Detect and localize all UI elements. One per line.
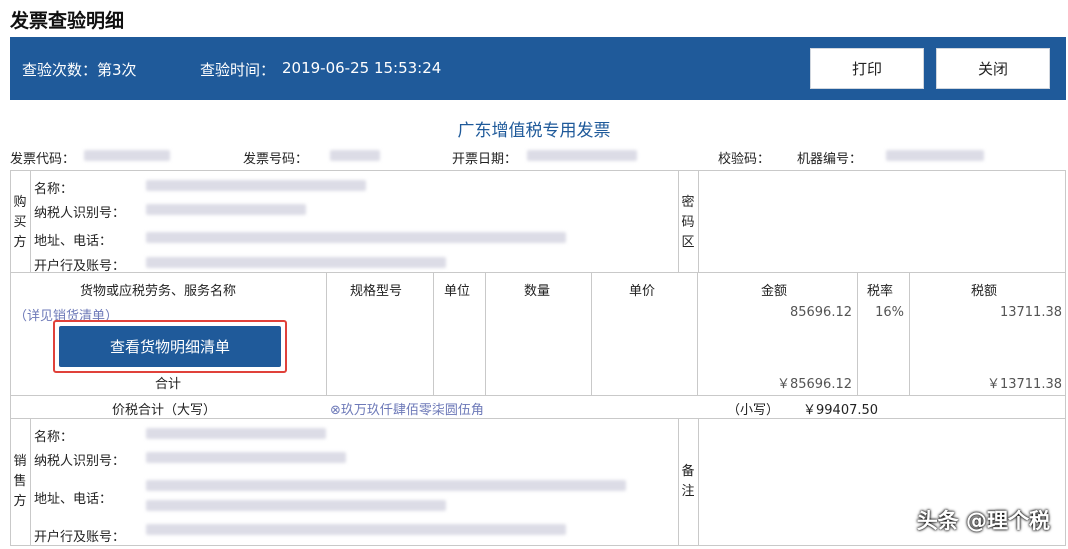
remarks-left-line [678,418,679,546]
print-button[interactable]: 打印 [810,48,924,89]
check-time-label: 查验时间： [200,61,276,79]
password-right-line [698,170,699,272]
buyer-address-value [146,230,566,245]
seller-tax-id-value [146,450,346,465]
seller-name-label: 名称： [34,430,74,445]
col-tax: 税额 [971,284,998,299]
seller-address-value [146,478,626,493]
remarks-label: 备注 [681,464,695,499]
invoice-code-label: 发票代码： [10,152,76,167]
col-qty: 数量 [524,284,551,299]
check-code-label: 校验码： [718,152,771,167]
col-price: 单价 [629,284,656,299]
row-tax: 13711.38 [999,305,1062,320]
invoice-date-label: 开票日期： [452,152,518,167]
view-goods-detail-button[interactable]: 查看货物明细清单 [59,326,281,367]
detail-button-highlight: 查看货物明细清单 [53,320,287,373]
goods-col-line [857,272,858,395]
seller-bank-value [146,522,566,537]
seller-name-value [146,426,326,441]
goods-total-label: 合计 [155,377,182,392]
total-uppercase-value: ⊗玖万玖仟肆佰零柒圆伍角 [330,403,484,418]
seller-address-label: 地址、电话： [34,492,113,507]
buyer-side-label: 购买方 [13,195,27,250]
invoice-title: 广东增值税专用发票 [457,121,611,141]
goods-total-tax: ￥13711.38 [986,377,1062,392]
buyer-name-value [146,178,366,193]
seller-side-label: 销售方 [13,454,27,509]
header-bar: 查验次数：第3次 查验时间： 2019-06-25 15:53:24 打印 关闭 [10,37,1066,100]
goods-bottom-line [10,395,1066,396]
buyer-name-label: 名称： [34,182,74,197]
close-button[interactable]: 关闭 [936,48,1050,89]
col-rate: 税率 [867,284,894,299]
goods-col-line [697,272,698,395]
remarks-right-line [698,418,699,546]
buyer-tax-id-label: 纳税人识别号： [34,206,126,221]
col-spec: 规格型号 [350,284,403,299]
col-amount: 金额 [761,284,788,299]
goods-total-amount: ￥85696.12 [776,377,852,392]
goods-col-line [433,272,434,395]
goods-col-line [485,272,486,395]
machine-number-label: 机器编号： [797,152,863,167]
buyer-tax-id-value [146,202,306,217]
seller-bank-label: 开户行及账号： [34,530,126,545]
goods-col-line [909,272,910,395]
invoice-code-value [84,148,170,163]
invoice-number-value [330,148,380,163]
buyer-side-line [30,170,31,272]
goods-col-line [326,272,327,395]
total-small-value: ￥99407.50 [803,403,879,418]
seller-address-value-2 [146,498,446,513]
invoice-number-label: 发票号码： [243,152,309,167]
row-rate: 16% [875,305,904,320]
total-uppercase-label: 价税合计（大写） [112,403,217,418]
buyer-bank-label: 开户行及账号： [34,259,126,274]
buyer-bottom-line [10,272,1066,273]
col-unit: 单位 [444,284,471,299]
total-small-label: （小写） [727,403,780,418]
row-amount: 85696.12 [789,305,852,320]
goods-col-line [591,272,592,395]
machine-number-value [886,148,984,163]
buyer-bank-value [146,255,446,270]
check-count: 查验次数：第3次 [22,61,137,79]
password-zone-label: 密码区 [681,195,695,250]
password-left-line [678,170,679,272]
seller-tax-id-label: 纳税人识别号： [34,454,126,469]
seller-side-line [30,418,31,546]
invoice-date-value [527,148,637,163]
check-time: 2019-06-25 15:53:24 [282,59,442,77]
total-bottom-line [10,418,1066,419]
page-title: 发票查验明细 [10,10,125,32]
buyer-address-label: 地址、电话： [34,234,113,249]
col-goods-name: 货物或应税劳务、服务名称 [80,284,237,299]
watermark: 头条 @理个税 [916,509,1050,533]
